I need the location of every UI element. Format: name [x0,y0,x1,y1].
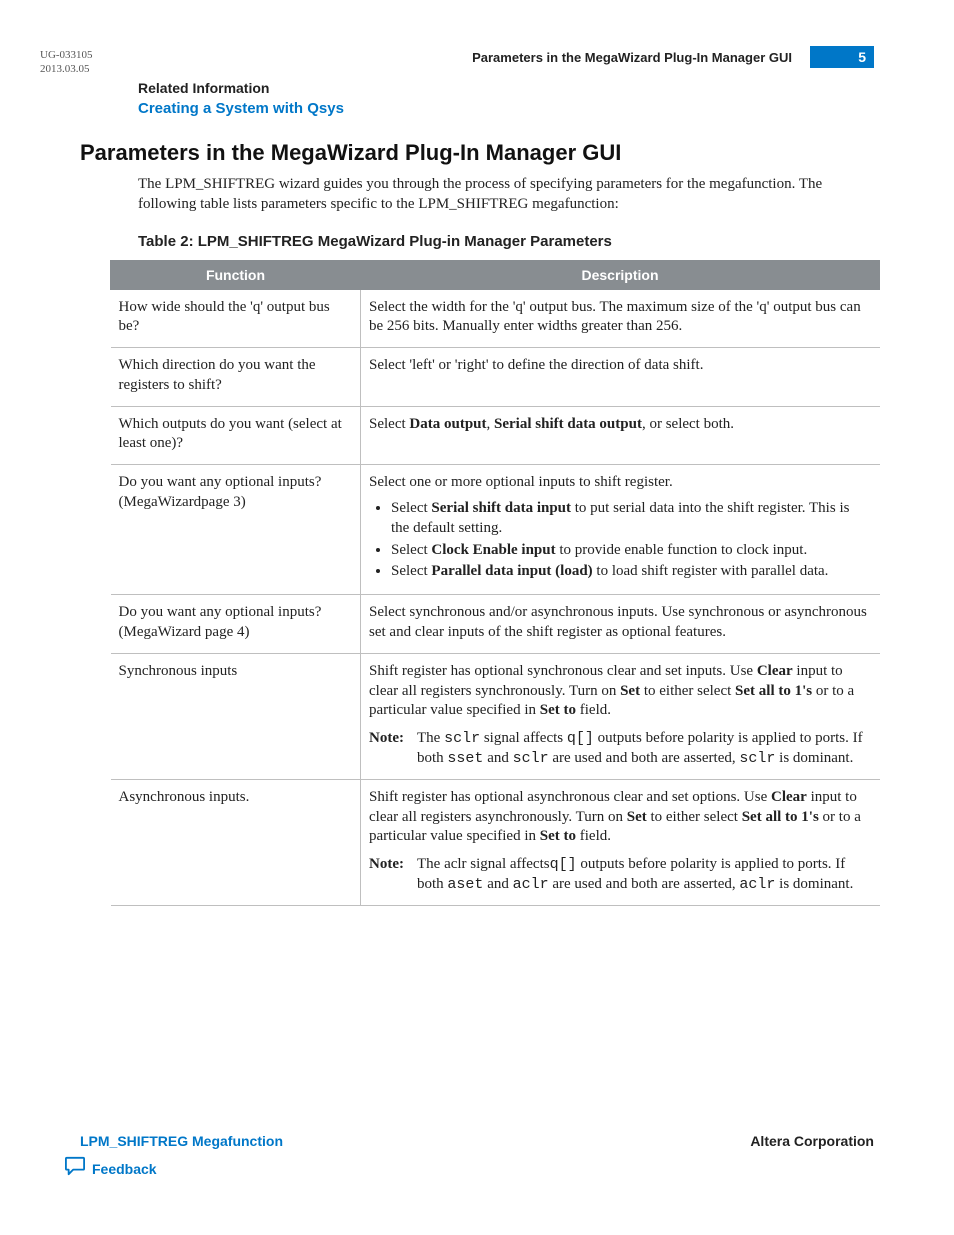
table-row: Which outputs do you want (select at lea… [111,406,880,465]
cell-description: Shift register has optional synchronous … [361,653,880,779]
doc-id-block: UG-033105 2013.03.05 [40,48,93,77]
doc-id: UG-033105 [40,49,93,61]
table-row: Do you want any optional inputs? (MegaWi… [111,465,880,595]
section-heading: Parameters in the MegaWizard Plug-In Man… [80,140,874,166]
list-item: Select Serial shift data input to put se… [391,499,872,539]
table-row: Do you want any optional inputs? (MegaWi… [111,595,880,654]
page-header-right: Parameters in the MegaWizard Plug-In Man… [472,46,874,68]
list-item: Select Parallel data input (load) to loa… [391,562,872,582]
note: Note: The aclr signal affectsq[] outputs… [369,855,872,895]
table-row: Asynchronous inputs. Shift register has … [111,779,880,905]
cell-description: Select 'left' or 'right' to define the d… [361,348,880,407]
cell-description: Select Data output, Serial shift data ou… [361,406,880,465]
cell-function: Which direction do you want the register… [111,348,361,407]
cell-function: Asynchronous inputs. [111,779,361,905]
cell-description: Select synchronous and/or asynchronous i… [361,595,880,654]
feedback-link[interactable]: Feedback [64,1156,157,1181]
page-number-badge: 5 [810,46,874,68]
options-list: Select Serial shift data input to put se… [391,499,872,582]
table-caption: Table 2: LPM_SHIFTREG MegaWizard Plug-in… [138,233,874,250]
cell-function: Synchronous inputs [111,653,361,779]
cell-description: Shift register has optional asynchronous… [361,779,880,905]
related-info-heading: Related Information [138,80,874,96]
cell-description: Select the width for the 'q' output bus.… [361,289,880,348]
table-header-row: Function Description [111,260,880,289]
page-number: 5 [858,49,866,65]
cell-function: Which outputs do you want (select at lea… [111,406,361,465]
col-header-description: Description [361,260,880,289]
parameters-table: Function Description How wide should the… [110,260,880,906]
feedback-label: Feedback [92,1161,157,1177]
header-section-title: Parameters in the MegaWizard Plug-In Man… [472,50,792,65]
doc-date: 2013.03.05 [40,63,90,75]
table-row: Synchronous inputs Shift register has op… [111,653,880,779]
cell-function: Do you want any optional inputs? (MegaWi… [111,465,361,595]
table-row: Which direction do you want the register… [111,348,880,407]
footer-company: Altera Corporation [750,1133,874,1149]
col-header-function: Function [111,260,361,289]
related-info-link[interactable]: Creating a System with Qsys [138,100,344,117]
table-row: How wide should the 'q' output bus be? S… [111,289,880,348]
cell-function: How wide should the 'q' output bus be? [111,289,361,348]
note: Note: The sclr signal affects q[] output… [369,729,872,769]
feedback-icon [64,1156,86,1181]
cell-function: Do you want any optional inputs? (MegaWi… [111,595,361,654]
cell-description: Select one or more optional inputs to sh… [361,465,880,595]
list-item: Select Clock Enable input to provide ena… [391,541,872,561]
section-intro: The LPM_SHIFTREG wizard guides you throu… [138,174,874,215]
footer-left-link[interactable]: LPM_SHIFTREG Megafunction [80,1133,283,1149]
